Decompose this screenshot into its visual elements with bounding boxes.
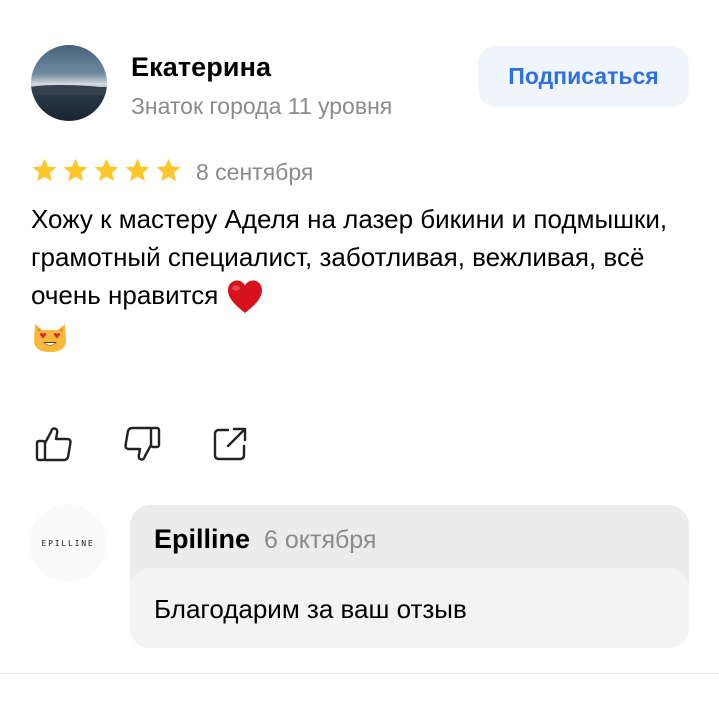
dislike-icon[interactable]: [122, 424, 162, 464]
review-page: Екатерина Знаток города 11 уровня Подпис…: [0, 0, 719, 727]
rating-stars: [31, 157, 182, 184]
star-icon: [32, 158, 57, 182]
subscribe-button[interactable]: Подписаться: [478, 46, 689, 107]
reply-text: Благодарим за ваш отзыв: [154, 594, 467, 624]
review-text: Хожу к мастеру Аделя на лазер бикини и п…: [31, 200, 696, 354]
reply-header: Epilline 6 октября: [154, 524, 376, 555]
review-date: 8 сентября: [196, 159, 314, 185]
star-icon: [94, 158, 119, 182]
star-icon: [125, 158, 150, 182]
review-text-body: Хожу к мастеру Аделя на лазер бикини и п…: [31, 204, 668, 310]
company-logo: EPILLINE: [41, 538, 95, 548]
author-name[interactable]: Екатерина: [131, 52, 271, 83]
author-level: Знаток города 11 уровня: [131, 93, 393, 119]
author-avatar[interactable]: [31, 45, 107, 121]
like-icon[interactable]: [34, 424, 74, 464]
star-icon: [63, 158, 88, 182]
company-avatar[interactable]: EPILLINE: [29, 504, 107, 582]
heart-eyes-cat-icon: [34, 324, 66, 353]
reply-body: Благодарим за ваш отзыв: [130, 568, 689, 648]
reply-author[interactable]: Epilline: [154, 524, 250, 555]
reply-date: 6 октября: [264, 526, 377, 554]
heart-icon: [227, 280, 262, 314]
divider: [0, 673, 719, 674]
star-icon: [156, 158, 181, 182]
share-icon[interactable]: [210, 424, 250, 464]
owner-reply: Epilline 6 октября Благодарим за ваш отз…: [130, 505, 689, 648]
review-actions: [34, 424, 298, 464]
